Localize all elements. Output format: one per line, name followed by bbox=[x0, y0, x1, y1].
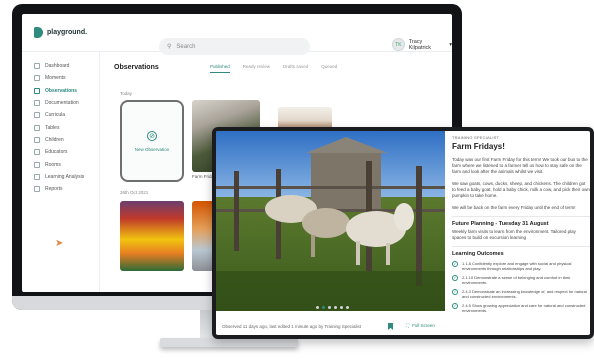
check-circle-icon: ✓ bbox=[452, 275, 458, 281]
learning-outcomes-heading: Learning Outcomes bbox=[452, 251, 504, 257]
page-title: Observations bbox=[114, 64, 159, 71]
observation-tabs: Published Ready review Drafts saved Queu… bbox=[210, 64, 337, 73]
marketing-composition: playground. ⚲ Search TK Tracy Kilpatrick… bbox=[0, 0, 594, 360]
author-role: TRAINING SPECIALIST bbox=[452, 135, 500, 140]
sidebar-item-label: Learning Analysis bbox=[45, 173, 85, 180]
moments-icon bbox=[34, 75, 40, 82]
tables-icon bbox=[34, 124, 40, 131]
rooms-icon bbox=[34, 161, 40, 168]
dashboard-icon bbox=[34, 63, 40, 70]
sidebar-item-label: Moments bbox=[45, 75, 66, 82]
search-placeholder: Search bbox=[176, 43, 196, 50]
sidebar-item-curricula[interactable]: Curricula bbox=[22, 109, 99, 121]
list-item: ✓ 1.1.8 Confidently explore and engage wi… bbox=[452, 261, 590, 271]
brand-name: playground. bbox=[47, 29, 88, 36]
farm-photo-illustration bbox=[216, 131, 445, 311]
divider bbox=[452, 216, 590, 217]
observation-paragraph: Today was our first Farm Friday for this… bbox=[452, 157, 588, 174]
playground-logo-icon bbox=[34, 27, 43, 38]
tab-ready-review[interactable]: Ready review bbox=[243, 64, 270, 73]
sidebar-item-dashboard[interactable]: Dashboard bbox=[22, 60, 99, 72]
chevron-down-icon: ▾ bbox=[449, 41, 452, 48]
learning-analysis-icon bbox=[34, 173, 40, 180]
carousel-dot[interactable] bbox=[340, 306, 343, 309]
sidebar-item-moments[interactable]: Moments bbox=[22, 72, 99, 84]
full-screen-button[interactable]: ⛶ Full Screen bbox=[406, 323, 435, 328]
sidebar-item-observations[interactable]: Observations bbox=[22, 85, 99, 97]
observation-details: TRAINING SPECIALIST Farm Fridays! Today … bbox=[452, 131, 590, 335]
outcome-text: 1.1.8 Confidently explore and engage wit… bbox=[462, 261, 572, 271]
documentation-icon bbox=[34, 100, 40, 107]
carousel-dot[interactable] bbox=[346, 306, 349, 309]
outcome-text: 2.1.10 Demonstrate a sense of belonging … bbox=[462, 275, 571, 285]
carousel-dot[interactable] bbox=[316, 306, 319, 309]
observation-title: Farm Fridays! bbox=[452, 142, 505, 151]
sidebar-item-children[interactable]: Children bbox=[22, 134, 99, 146]
observation-photo[interactable] bbox=[216, 131, 445, 311]
sidebar: Dashboard Moments Observations Documenta… bbox=[22, 52, 100, 292]
sidebar-item-label: Children bbox=[45, 136, 64, 143]
observation-paragraph: We will be back on the farm every Friday… bbox=[452, 205, 576, 210]
user-menu[interactable]: TK Tracy Kilpatrick ▾ bbox=[392, 38, 452, 51]
monitor-base bbox=[160, 338, 298, 347]
check-circle-icon: ✓ bbox=[452, 261, 458, 267]
app-logo[interactable]: playground. bbox=[34, 27, 87, 38]
carousel-dot[interactable] bbox=[322, 306, 325, 309]
check-circle-icon: ✓ bbox=[452, 303, 458, 309]
tab-queued[interactable]: Queued bbox=[321, 64, 337, 73]
sidebar-item-label: Documentation bbox=[45, 100, 79, 107]
curricula-icon bbox=[34, 112, 40, 119]
add-icon: ⊘ bbox=[147, 130, 157, 141]
sidebar-item-reports[interactable]: Reports bbox=[22, 183, 99, 195]
carousel-dots bbox=[316, 306, 349, 309]
sidebar-item-documentation[interactable]: Documentation bbox=[22, 97, 99, 109]
search-icon: ⚲ bbox=[167, 44, 172, 50]
list-item: ✓ 2.1.10 Demonstrate a sense of belonging… bbox=[452, 275, 590, 285]
reports-icon bbox=[34, 186, 40, 193]
user-name: Tracy Kilpatrick bbox=[408, 38, 432, 51]
sidebar-item-label: Observations bbox=[45, 87, 77, 94]
educators-icon bbox=[34, 149, 40, 156]
tab-published[interactable]: Published bbox=[210, 64, 230, 73]
sidebar-item-label: Rooms bbox=[45, 161, 61, 168]
sidebar-item-rooms[interactable]: Rooms bbox=[22, 158, 99, 170]
future-planning-heading: Future Planning - Tuesday 31 August bbox=[452, 221, 549, 227]
observation-paragraph: We saw goats, cows, ducks, sheep, and ch… bbox=[452, 181, 590, 198]
sidebar-item-label: Curricula bbox=[45, 112, 66, 119]
list-item: ✓ 2.4.5 Show growing appreciation and car… bbox=[452, 303, 590, 313]
rocket-icon[interactable]: ➤ bbox=[55, 238, 63, 249]
observation-thumbnail[interactable] bbox=[120, 201, 184, 271]
observations-icon bbox=[34, 87, 40, 94]
future-planning-text: Weekly farm visits to learn from the env… bbox=[452, 229, 576, 240]
sidebar-item-learning-analysis[interactable]: Learning Analysis bbox=[22, 171, 99, 183]
sidebar-item-label: Reports bbox=[45, 186, 63, 193]
new-observation-card[interactable]: ⊘ New Observation bbox=[120, 100, 184, 182]
top-bar: playground. ⚲ Search TK Tracy Kilpatrick… bbox=[22, 14, 452, 55]
full-screen-label: Full Screen bbox=[412, 323, 435, 328]
children-icon bbox=[34, 136, 40, 143]
sidebar-item-label: Educators bbox=[45, 149, 68, 156]
sidebar-item-educators[interactable]: Educators bbox=[22, 146, 99, 158]
expand-icon: ⛶ bbox=[406, 323, 410, 328]
sidebar-item-tables[interactable]: Tables bbox=[22, 121, 99, 133]
avatar: TK bbox=[392, 38, 405, 51]
check-circle-icon: ✓ bbox=[452, 289, 458, 295]
date-heading-today: Today bbox=[120, 91, 133, 96]
sidebar-item-label: Tables bbox=[45, 124, 60, 131]
sidebar-item-label: Dashboard bbox=[45, 63, 70, 70]
new-observation-label: New Observation bbox=[134, 146, 170, 152]
observation-detail-panel: Observed 11 days ago, last edited 1 minu… bbox=[212, 127, 594, 339]
carousel-dot[interactable] bbox=[328, 306, 331, 309]
carousel-dot[interactable] bbox=[334, 306, 337, 309]
tab-drafts-saved[interactable]: Drafts saved bbox=[283, 64, 308, 73]
outcome-text: 2.4.3 Demonstrate an increasing knowledg… bbox=[462, 289, 587, 299]
divider bbox=[452, 246, 590, 247]
date-heading-older: 26th Oct 2021 bbox=[120, 190, 149, 195]
learning-outcomes-list: ✓ 1.1.8 Confidently explore and engage wi… bbox=[452, 261, 590, 313]
outcome-text: 2.4.5 Show growing appreciation and care… bbox=[462, 303, 586, 313]
list-item: ✓ 2.4.3 Demonstrate an increasing knowled… bbox=[452, 289, 590, 299]
